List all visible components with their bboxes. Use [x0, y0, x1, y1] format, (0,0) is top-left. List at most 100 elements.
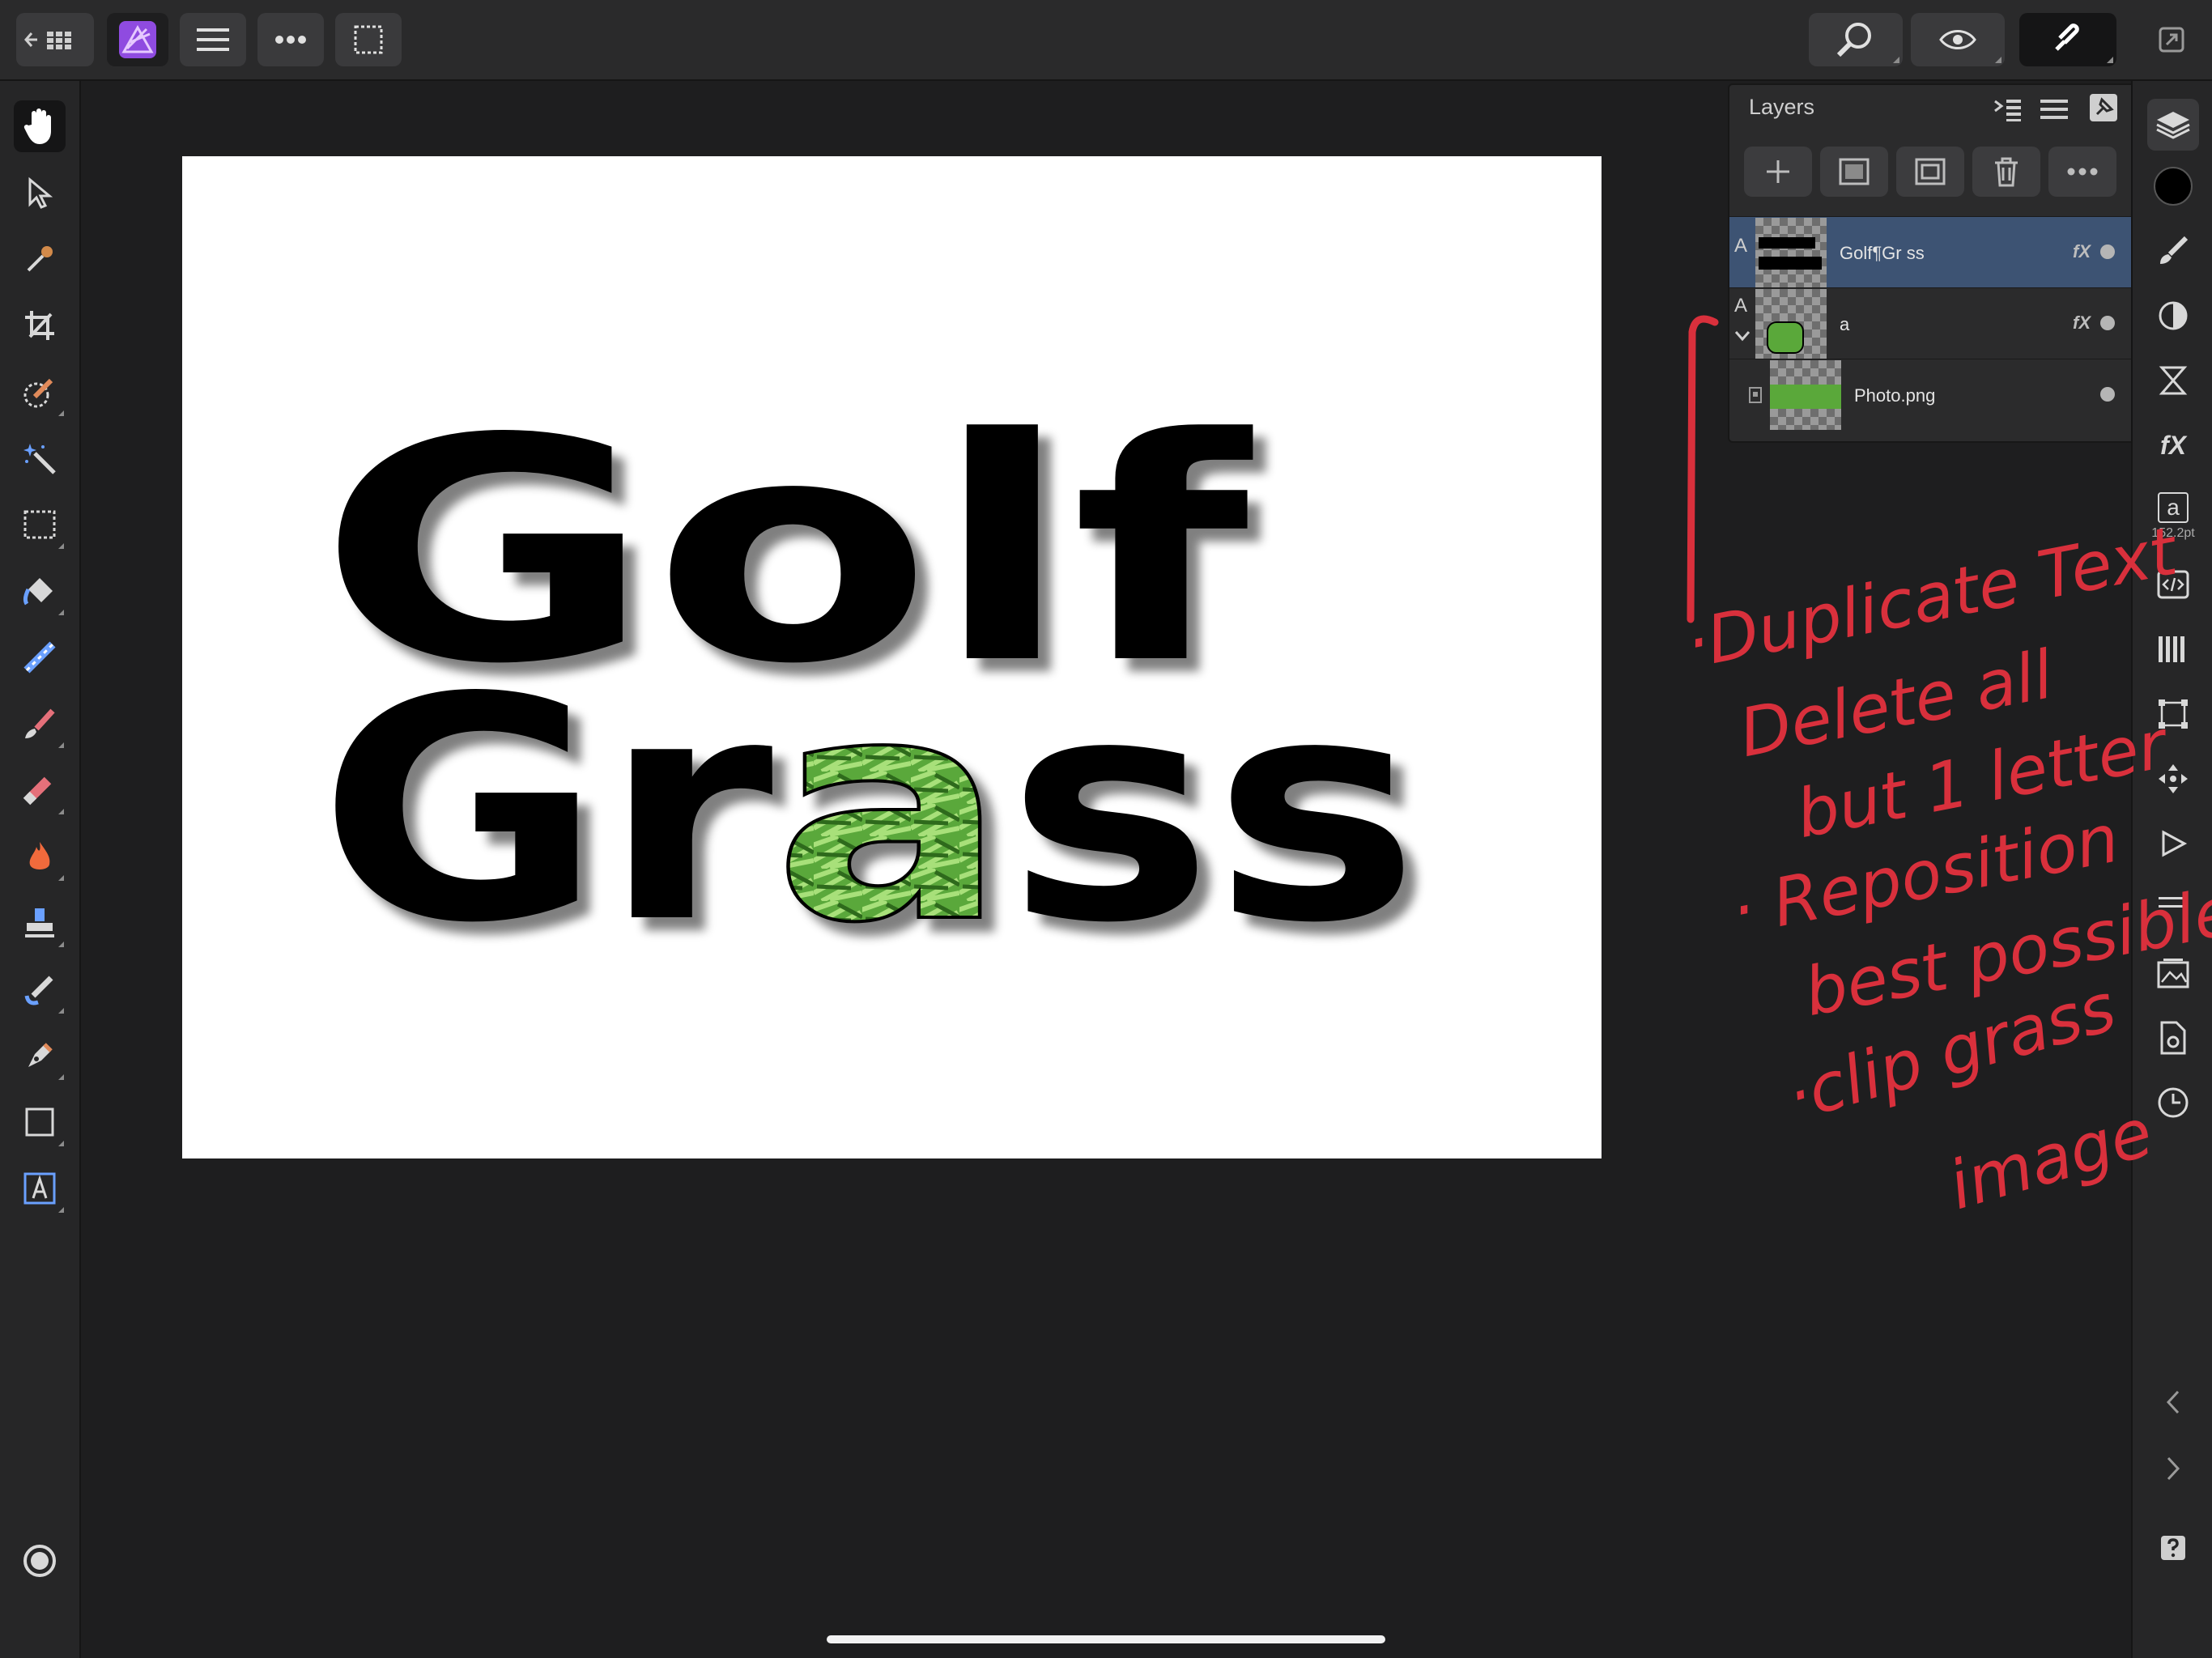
selection-menu-button[interactable] [335, 13, 402, 66]
magic-wand-tool[interactable] [14, 432, 66, 484]
pen-tool[interactable] [14, 1030, 66, 1082]
paint-brush-icon [25, 708, 55, 738]
selection-brush-icon [23, 378, 53, 408]
brushes-studio-button[interactable] [2147, 225, 2199, 277]
zoom-button[interactable] [1809, 13, 1903, 66]
menu-corner-indicator [1893, 57, 1899, 63]
gradient-tool-icon [23, 641, 56, 674]
chevron-left-icon [2166, 1390, 2180, 1414]
add-layer-button[interactable] [1744, 147, 1812, 197]
panel-menu-icon[interactable] [2040, 98, 2068, 121]
flood-fill-icon [23, 578, 53, 606]
fullscreen-icon [2159, 27, 2184, 53]
more-dots-icon [275, 36, 306, 44]
add-mask-button[interactable] [1820, 147, 1888, 197]
menu-corner-indicator [58, 875, 64, 881]
menu-corner-indicator [58, 742, 64, 748]
more-dots-icon [2067, 168, 2098, 176]
back-arrow-icon [24, 32, 71, 49]
burn-dodge-icon [29, 842, 50, 869]
plus-icon [1767, 160, 1789, 183]
layer-name: Golf¶Gr ss [1840, 243, 1925, 263]
menu-corner-indicator [58, 610, 64, 615]
text-tool[interactable] [14, 1163, 66, 1214]
document-canvas[interactable]: Golf Gr ass [182, 156, 1602, 1158]
zoom-icon [1836, 23, 1871, 57]
mask-layer-icon [1839, 158, 1870, 185]
menu-corner-indicator [58, 809, 64, 814]
canvas-artwork: Golf Gr ass [318, 372, 1419, 992]
hand-tool-icon [23, 108, 51, 144]
brush-icon [2160, 236, 2189, 264]
chevron-right-icon [2167, 1456, 2180, 1481]
smudge-brush-tool[interactable] [14, 963, 66, 1015]
pin-panel-icon[interactable] [2089, 93, 2118, 122]
smudge-brush-icon [24, 976, 53, 1005]
help-icon [2161, 1536, 2185, 1560]
menu-corner-indicator [58, 1141, 64, 1146]
shape-tool[interactable] [14, 1096, 66, 1148]
menu-corner-indicator [58, 1008, 64, 1014]
layers-panel-title: Layers [1749, 95, 1815, 119]
annotation-bracket-stroke [1687, 315, 1719, 623]
visibility-toggle[interactable] [2100, 244, 2115, 259]
fx-indicator[interactable]: fX [2073, 241, 2091, 262]
help-button[interactable] [2147, 1522, 2199, 1574]
hamburger-menu-icon [197, 28, 229, 51]
move-tool[interactable] [14, 167, 66, 219]
magic-wand-icon [23, 444, 56, 474]
layer-row-golf-grass[interactable]: A Golf¶Gr ss fX [1729, 216, 2133, 288]
group-layer-icon [1915, 158, 1946, 185]
text-tool-icon [23, 1172, 56, 1205]
collapse-right-button[interactable] [2147, 1443, 2199, 1494]
shape-tool-icon [25, 1107, 54, 1137]
color-picker-icon [27, 246, 53, 272]
home-indicator[interactable] [827, 1635, 1385, 1643]
move-tool-icon [28, 176, 53, 209]
layers-studio-button[interactable] [2147, 99, 2199, 151]
color-wheel-button[interactable] [14, 1535, 66, 1587]
group-layers-button[interactable] [1896, 147, 1964, 197]
fullscreen-button[interactable] [2146, 13, 2197, 66]
menu-corner-indicator [58, 1207, 64, 1213]
clone-stamp-tool[interactable] [14, 897, 66, 949]
delete-layer-button[interactable] [1972, 147, 2040, 197]
top-toolbar [0, 0, 2212, 81]
layer-options-icon[interactable] [1993, 96, 2023, 122]
erase-brush-tool[interactable] [14, 764, 66, 816]
more-options-button[interactable] [257, 13, 324, 66]
snapping-icon [2055, 23, 2079, 51]
document-menu-button[interactable] [180, 13, 246, 66]
tools-panel [0, 81, 81, 1658]
canvas-text-grass-letter: a [773, 631, 1007, 990]
svg-text:Grass: Gr ass [318, 631, 1419, 990]
text-layer-badge: A [1734, 235, 1748, 257]
view-mode-button[interactable] [1911, 13, 2005, 66]
menu-corner-indicator [58, 410, 64, 416]
color-studio-button[interactable] [2147, 160, 2199, 212]
menu-corner-indicator [58, 942, 64, 947]
crop-tool[interactable] [14, 300, 66, 351]
color-picker-tool[interactable] [14, 233, 66, 285]
persona-switcher-button[interactable] [107, 13, 168, 66]
clone-stamp-icon [25, 908, 54, 937]
back-to-gallery-button[interactable] [16, 13, 94, 66]
selection-marquee-icon [354, 25, 383, 54]
collapse-left-button[interactable] [2147, 1376, 2199, 1428]
rectangle-marquee-icon [23, 510, 56, 539]
menu-corner-indicator [58, 543, 64, 549]
erase-brush-icon [23, 776, 52, 806]
handwritten-annotation: ·Duplicate Text Delete all but 1 letter … [1668, 308, 2212, 1279]
paint-brush-tool[interactable] [14, 698, 66, 750]
canvas-text-suffix: ss [1007, 631, 1419, 990]
layer-more-button[interactable] [2048, 147, 2116, 197]
rectangle-marquee-tool[interactable] [14, 499, 66, 551]
burn-dodge-tool[interactable] [14, 831, 66, 882]
trash-icon [1995, 157, 2018, 187]
hand-tool[interactable] [14, 100, 66, 152]
flood-fill-tool[interactable] [14, 565, 66, 617]
menu-corner-indicator [2107, 57, 2113, 63]
snapping-button[interactable] [2019, 13, 2116, 66]
selection-brush-tool[interactable] [14, 366, 66, 418]
gradient-tool[interactable] [14, 631, 66, 683]
